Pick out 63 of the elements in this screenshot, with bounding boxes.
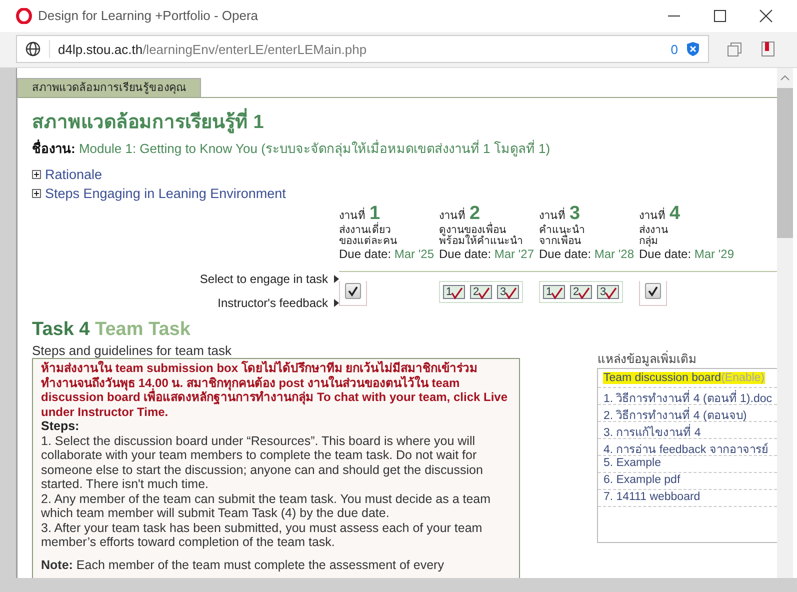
warning-text: ห้ามส่งงานใน team submission box โดยไม่ได้ปรึกษาทีม ยกเว้นไม่มีสมาชิกเข้าร่วมทำงานจนถึงวันพุธ 14.00 น. สมาชิกทุกคนต้อง post งานในส่วนของตนไว้ใน team discussion board เพื่อแสดงหลักฐานการทำงานกลุ่ม To chat with your team, click Live under Instructor Time. (41, 361, 509, 420)
due-label: Due date: (339, 247, 392, 262)
checkbox[interactable] (645, 283, 661, 300)
note-text: Note: Each member of the team must complete the assessment of every (41, 558, 445, 572)
numbered-checkbox[interactable]: 1 (443, 285, 465, 300)
due-label: Due date: (539, 247, 592, 262)
task-number-title: Task 4 (32, 319, 90, 340)
close-icon[interactable] (759, 8, 773, 23)
maximize-icon[interactable] (713, 8, 727, 23)
resources-title: แหล่งข้อมูลเพิ่มเติม (597, 350, 698, 368)
task-prefix: งานที่ (539, 210, 565, 222)
blocked-count: 0 (670, 42, 678, 57)
window-title: Design for Learning +Portfolio - Opera (38, 8, 258, 24)
address-bar[interactable]: d4lp.stou.ac.th/learningEnv/enterLE/enterLEMain.php 0 (16, 35, 709, 64)
expand-icon[interactable] (32, 189, 41, 198)
task-description: พร้อมให้คำแนะนำ (439, 236, 524, 248)
step-text: 3. After your team task has been submitted, you must assess each of your team member’s efforts toward completion of the team task. (41, 520, 484, 550)
due-label: Due date: (439, 247, 492, 262)
task-prefix: งานที่ (639, 210, 665, 222)
step-text: 1. Select the discussion board under “Resources”. This board is where you will collaborate with your team members to complete the team task. Do not wait for someone else to start the discussion; anyone can and should get the discussion started. There isn't much time. (41, 434, 484, 492)
section-link[interactable]: Steps Engaging in Leaning Environment (45, 186, 286, 202)
task-number: 4 (669, 203, 680, 224)
task-number: 2 (469, 203, 480, 224)
globe-icon (25, 41, 41, 58)
numbered-checkbox[interactable]: 2 (470, 285, 492, 300)
due-date: Mar '28 (594, 247, 634, 262)
numbered-checkbox[interactable]: 3 (497, 285, 519, 300)
task-description: กลุ่ม (639, 236, 659, 248)
due-date: Mar '29 (694, 247, 734, 262)
page-heading: สภาพแวดล้อมการเรียนรู้ที่ 1 (32, 106, 777, 136)
due-date: Mar '25 (394, 247, 434, 262)
triangle-icon[interactable] (334, 299, 339, 308)
guidelines-title: Steps and guidelines for team task (32, 343, 232, 358)
task-name-title: Team Task (95, 319, 190, 340)
row-label: Select to engage in task (200, 272, 328, 286)
scroll-up-icon[interactable] (780, 74, 790, 82)
expand-icon[interactable] (32, 170, 41, 180)
task-number: 1 (369, 203, 380, 224)
opera-logo-icon (16, 8, 32, 24)
task-description: ของแต่ละคน (339, 236, 398, 248)
task-prefix: งานที่ (339, 210, 365, 222)
due-date: Mar '27 (494, 247, 534, 262)
url-text: d4lp.stou.ac.th/learningEnv/enterLE/enterLEMain.php (58, 42, 368, 57)
checkbox[interactable] (345, 283, 361, 300)
numbered-checkbox[interactable]: 1 (543, 285, 565, 300)
page-tab[interactable]: สภาพแวดล้อมการเรียนรู้ของคุณ (17, 78, 201, 98)
numbered-checkbox[interactable]: 2 (570, 285, 592, 300)
step-text: 2. Any member of the team can submit the team task. You must decide as a team which team member will submit Team Task (4) by the due date. (41, 492, 492, 521)
task-number: 3 (569, 203, 580, 224)
section-link[interactable]: Rationale (45, 167, 102, 182)
task-prefix: งานที่ (439, 210, 465, 222)
triangle-icon[interactable] (334, 275, 339, 284)
assignment-name: Module 1: Getting to Know You (ระบบจะจัดกลุ่มให้เมื่อหมดเขตส่งงานที่ 1 โมดูลที่ 1) (78, 141, 550, 156)
scrollbar[interactable] (777, 68, 793, 578)
bookmark-icon[interactable] (761, 41, 775, 58)
steps-label: Steps: (41, 419, 80, 434)
tabs-icon[interactable] (727, 41, 743, 58)
numbered-checkbox[interactable]: 3 (597, 285, 619, 300)
due-label: Due date: (639, 247, 692, 262)
shield-icon[interactable] (686, 41, 700, 58)
row-label: Instructor's feedback (218, 296, 328, 310)
task-description: ส่งงาน (639, 225, 669, 236)
assignment-label: ชื่องาน: (32, 141, 76, 156)
